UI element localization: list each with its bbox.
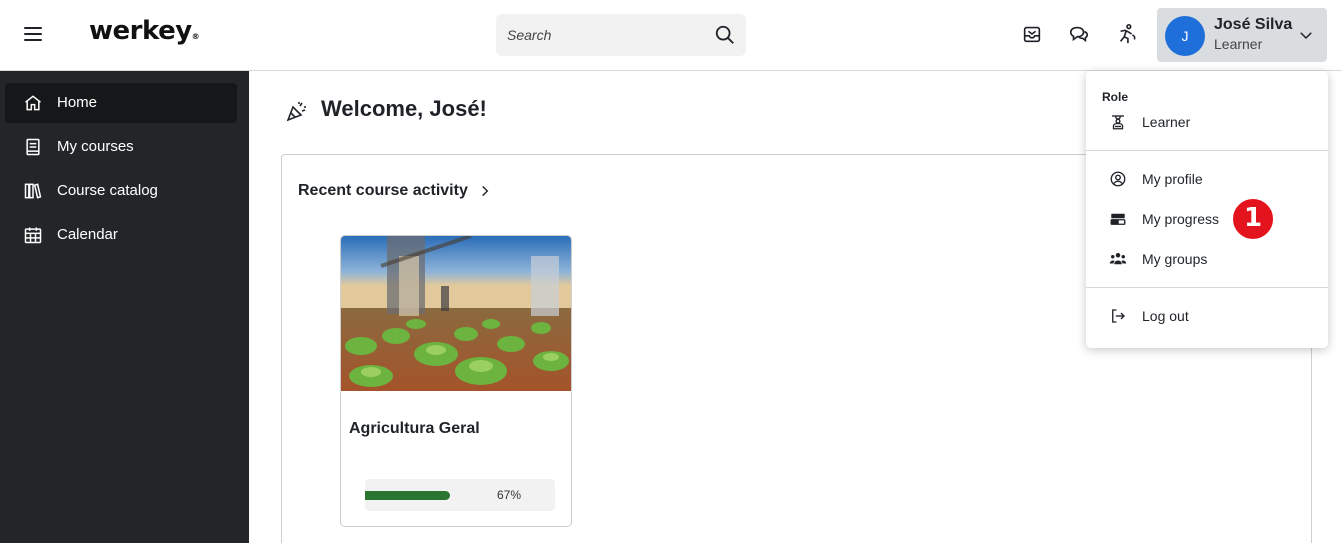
my-groups-item[interactable]: My groups — [1086, 241, 1328, 277]
role-learner-label: Learner — [1142, 114, 1191, 130]
progress-track — [365, 491, 492, 500]
sidebar-item-home[interactable]: Home — [5, 83, 237, 123]
progress-fill — [365, 491, 451, 500]
user-role: Learner — [1214, 36, 1263, 52]
book-icon — [26, 138, 40, 156]
sidebar-item-label: Calendar — [57, 226, 118, 243]
logout-item[interactable]: Log out — [1086, 298, 1328, 334]
search-box — [496, 14, 746, 56]
page-title: Welcome, José! — [321, 96, 487, 121]
sidebar-item-label: Course catalog — [57, 182, 158, 199]
werkey-logo[interactable]: werkey® — [89, 16, 200, 46]
role-learner-item[interactable]: Learner — [1086, 104, 1328, 140]
course-progress: 67% — [365, 479, 555, 511]
search-icon[interactable] — [714, 24, 736, 46]
menu-icon[interactable] — [22, 24, 44, 46]
user-circle-icon — [1110, 171, 1126, 187]
recent-activity-title[interactable]: Recent course activity — [298, 182, 468, 200]
my-progress-label: My progress — [1142, 211, 1220, 227]
users-icon — [1109, 253, 1127, 265]
user-menu-button[interactable]: J José Silva Learner — [1157, 8, 1327, 62]
user-dropdown-menu: Role Learner My profile My progress My g… — [1086, 71, 1328, 348]
chevron-down-icon — [1300, 32, 1312, 40]
party-popper-icon — [286, 102, 306, 122]
sidebar-item-my-courses[interactable]: My courses — [5, 127, 237, 167]
sidebar-item-calendar[interactable]: Calendar — [5, 215, 237, 255]
my-groups-label: My groups — [1142, 251, 1208, 267]
menu-divider — [1086, 150, 1328, 151]
course-card[interactable]: Agricultura Geral 67% — [340, 235, 572, 527]
sidebar-item-course-catalog[interactable]: Course catalog — [5, 171, 237, 211]
sidebar-item-label: Home — [57, 94, 98, 111]
avatar: J — [1165, 16, 1205, 56]
user-name: José Silva — [1214, 16, 1293, 33]
accessibility-icon[interactable] — [1116, 23, 1138, 45]
search-input[interactable] — [507, 25, 707, 45]
logout-label: Log out — [1142, 308, 1189, 324]
step-annotation-badge: 1 — [1231, 197, 1275, 241]
chat-icon[interactable] — [1068, 23, 1090, 45]
inbox-icon[interactable] — [1021, 23, 1043, 45]
role-section-title: Role — [1102, 90, 1129, 104]
my-profile-item[interactable]: My profile — [1086, 161, 1328, 197]
top-header: werkey® J José Silva Learner — [0, 0, 1342, 71]
my-progress-item[interactable]: My progress — [1086, 201, 1328, 237]
course-image — [341, 236, 571, 391]
progress-icon — [1110, 213, 1126, 225]
learner-icon — [1112, 115, 1124, 130]
course-name: Agricultura Geral — [349, 420, 480, 437]
logout-icon — [1112, 309, 1125, 323]
calendar-icon — [24, 227, 42, 244]
sidebar: Home My courses Course catalog Calendar — [0, 71, 249, 543]
progress-label: 67% — [497, 488, 522, 502]
library-icon — [24, 183, 42, 199]
home-icon — [25, 95, 41, 111]
chevron-right-icon[interactable] — [478, 183, 492, 199]
logo-text: werkey — [89, 16, 192, 46]
my-profile-label: My profile — [1142, 171, 1203, 187]
menu-divider — [1086, 287, 1328, 288]
sidebar-item-label: My courses — [57, 138, 134, 155]
logo-mark: ® — [191, 32, 200, 41]
